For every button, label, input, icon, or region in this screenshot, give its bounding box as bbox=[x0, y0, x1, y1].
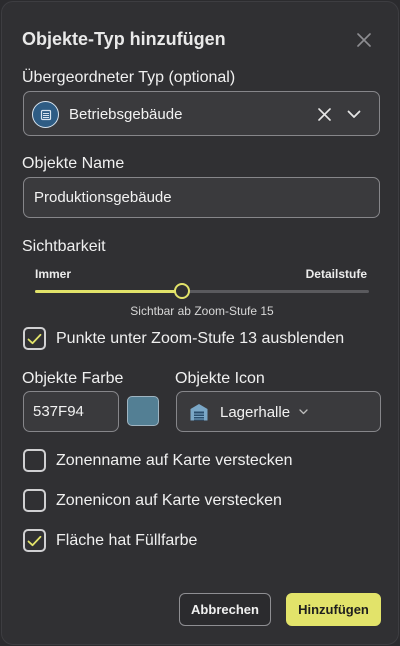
slider-min-label: Immer bbox=[35, 267, 72, 281]
visibility-slider[interactable] bbox=[35, 283, 369, 299]
object-name-label: Objekte Name bbox=[22, 155, 125, 172]
area-fill-label: Fläche hat Füllfarbe bbox=[56, 531, 198, 549]
parent-type-value: Betriebsgebäude bbox=[69, 106, 183, 123]
chevron-down-icon[interactable] bbox=[298, 407, 308, 417]
object-color-input[interactable] bbox=[23, 391, 119, 432]
warehouse-icon bbox=[188, 401, 210, 423]
slider-fill bbox=[35, 290, 182, 293]
object-name-input[interactable] bbox=[23, 177, 380, 218]
hide-zone-icon-checkbox[interactable] bbox=[23, 489, 46, 512]
object-icon-select[interactable]: Lagerhalle bbox=[176, 391, 381, 432]
hide-zone-icon-checkbox-row[interactable]: Zonenicon auf Karte verstecken bbox=[23, 489, 282, 512]
building-icon bbox=[32, 101, 59, 128]
hide-points-checkbox-row[interactable]: Punkte unter Zoom-Stufe 13 ausblenden bbox=[23, 327, 344, 350]
area-fill-checkbox[interactable] bbox=[23, 529, 46, 552]
hide-points-checkbox[interactable] bbox=[23, 327, 46, 350]
parent-type-select[interactable]: Betriebsgebäude bbox=[23, 91, 380, 136]
hide-zone-name-label: Zonenname auf Karte verstecken bbox=[56, 451, 293, 469]
slider-max-label: Detailstufe bbox=[305, 267, 367, 281]
slider-thumb[interactable] bbox=[173, 283, 190, 299]
visibility-label: Sichtbarkeit bbox=[22, 238, 106, 255]
hide-zone-icon-label: Zonenicon auf Karte verstecken bbox=[56, 491, 282, 509]
submit-button[interactable]: Hinzufügen bbox=[286, 593, 381, 626]
slider-caption: Sichtbar ab Zoom-Stufe 15 bbox=[130, 304, 274, 318]
hide-zone-name-checkbox[interactable] bbox=[23, 449, 46, 472]
color-swatch[interactable] bbox=[127, 396, 159, 426]
hide-points-label: Punkte unter Zoom-Stufe 13 ausblenden bbox=[56, 329, 345, 347]
dialog-title: Objekte-Typ hinzufügen bbox=[22, 29, 226, 49]
close-icon[interactable] bbox=[354, 30, 374, 50]
chevron-down-icon[interactable] bbox=[346, 106, 362, 122]
object-icon-value: Lagerhalle bbox=[220, 404, 291, 421]
object-color-label: Objekte Farbe bbox=[22, 370, 124, 387]
add-object-type-dialog: Objekte-Typ hinzufügen Übergeordneter Ty… bbox=[1, 1, 399, 645]
area-fill-checkbox-row[interactable]: Fläche hat Füllfarbe bbox=[23, 529, 197, 552]
hide-zone-name-checkbox-row[interactable]: Zonenname auf Karte verstecken bbox=[23, 449, 293, 472]
parent-type-label: Übergeordneter Typ (optional) bbox=[22, 69, 236, 86]
check-icon bbox=[27, 333, 42, 344]
cancel-button[interactable]: Abbrechen bbox=[179, 593, 271, 626]
object-icon-label: Objekte Icon bbox=[175, 370, 265, 387]
check-icon bbox=[27, 535, 42, 546]
clear-icon[interactable] bbox=[316, 106, 332, 122]
